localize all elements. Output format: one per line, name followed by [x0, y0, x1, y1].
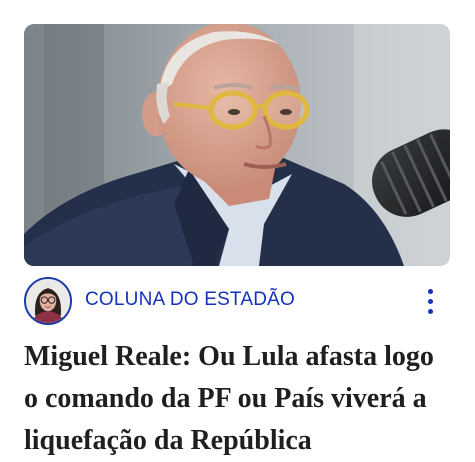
news-card[interactable]: COLUNA DO ESTADÃO Miguel Reale: Ou Lula … — [0, 0, 475, 456]
article-headline[interactable]: Miguel Reale: Ou Lula afasta logo o coma… — [24, 336, 450, 462]
author-avatar[interactable] — [24, 277, 72, 325]
more-dot — [427, 288, 433, 294]
article-photo[interactable] — [24, 24, 450, 266]
more-dot — [427, 308, 433, 314]
more-dot — [427, 298, 433, 304]
source-row: COLUNA DO ESTADÃO — [24, 277, 450, 327]
source-name-link[interactable]: COLUNA DO ESTADÃO — [85, 289, 295, 311]
more-vertical-icon[interactable] — [418, 283, 442, 319]
